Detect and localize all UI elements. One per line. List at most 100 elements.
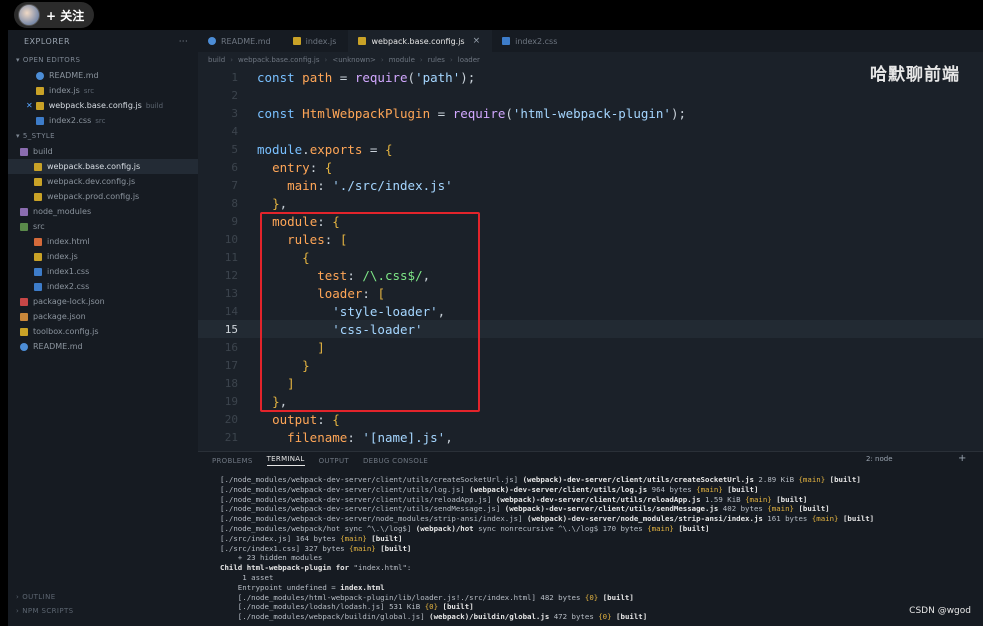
npm-scripts-section[interactable]: › NPM SCRIPTS	[8, 604, 198, 618]
code-line[interactable]: 7 main: './src/index.js'	[198, 176, 983, 194]
css-file-icon	[34, 282, 42, 291]
line-number: 3	[231, 106, 238, 120]
html-file-icon	[34, 237, 42, 246]
code-line[interactable]: 3 const HtmlWebpackPlugin = require('html…	[198, 104, 983, 122]
breadcrumb-item[interactable]: <unknown>	[332, 56, 376, 64]
terminal-line: [./src/index1.css] 327 bytes {main} [bui…	[220, 543, 412, 553]
breadcrumb-item[interactable]: module	[389, 56, 415, 64]
tree-item[interactable]: index2.css	[8, 279, 198, 294]
folder-icon	[20, 147, 28, 156]
tab-readme-md[interactable]: README.md	[198, 30, 283, 52]
chevron-right-icon: ›	[380, 56, 384, 64]
tree-item[interactable]: webpack.prod.config.js	[8, 189, 198, 204]
code-line[interactable]: 5 module.exports = {	[198, 140, 983, 158]
tree-item[interactable]: package-lock.json	[8, 294, 198, 309]
tree-item[interactable]: package.json	[8, 309, 198, 324]
open-editor-item[interactable]: ✕ webpack.base.config.js build	[8, 98, 198, 113]
open-editor-item[interactable]: index.js src	[8, 83, 198, 98]
avatar[interactable]	[18, 4, 40, 26]
chevron-right-icon: ›	[230, 56, 234, 64]
line-number: 6	[231, 160, 238, 174]
tree-item[interactable]: node_modules	[8, 204, 198, 219]
tree-item-label: index.html	[47, 237, 90, 246]
markdown-icon	[208, 37, 216, 45]
tree-item-label: package-lock.json	[33, 297, 105, 306]
line-number: 17	[224, 358, 238, 372]
tree-item-label: index.js	[47, 252, 78, 261]
tree-item-label: index1.css	[47, 267, 90, 276]
tab-index2-css[interactable]: index2.css	[492, 30, 569, 52]
code-line[interactable]: 20 output: {	[198, 410, 983, 428]
tab-index-js[interactable]: index.js	[283, 30, 349, 52]
tab-webpack-base-config-js[interactable]: webpack.base.config.js ×	[348, 30, 493, 52]
code-text: filename: '[name].js',	[287, 429, 453, 445]
breadcrumb-item[interactable]: webpack.base.config.js	[238, 56, 319, 64]
code-line[interactable]: 2	[198, 86, 983, 104]
breadcrumb: build › webpack.base.config.js › <unknown> › m…	[208, 52, 480, 68]
line-number: 15	[224, 322, 238, 336]
tab-label: index.js	[305, 36, 337, 46]
open-editors-section[interactable]: ▾ OPEN EDITORS	[8, 52, 198, 68]
add-terminal-icon[interactable]: +	[958, 453, 966, 464]
open-editor-item[interactable]: README.md	[8, 68, 198, 83]
panel-tab-output[interactable]: OUTPUT	[319, 457, 349, 465]
follow-button[interactable]: + 关注	[14, 2, 95, 28]
css-file-icon	[34, 267, 42, 276]
tree-item-label: src	[33, 222, 45, 231]
terminal-line: [./node_modules/webpack-dev-server/node_…	[220, 514, 875, 524]
tree-item[interactable]: build	[8, 144, 198, 159]
explorer-header: EXPLORER ···	[8, 30, 198, 52]
breadcrumb-item[interactable]: loader	[458, 56, 480, 64]
terminal-line: [./src/index.js] 164 bytes {main} [built…	[220, 533, 403, 543]
line-number: 21	[224, 430, 238, 444]
tree-item[interactable]: index.html	[8, 234, 198, 249]
line-number: 11	[224, 250, 238, 264]
explorer-sidebar: EXPLORER ··· ▾ OPEN EDITORS README.md ind…	[8, 30, 198, 626]
line-number: 7	[231, 178, 238, 192]
terminal-output[interactable]: [./node_modules/webpack-dev-server/clien…	[198, 469, 983, 622]
tree-item[interactable]: webpack.base.config.js	[8, 159, 198, 174]
code-line[interactable]: 8 },	[198, 194, 983, 212]
terminal-line: + 23 hidden modules	[220, 553, 323, 563]
breadcrumb-item[interactable]: rules	[428, 56, 445, 64]
outline-section[interactable]: › OUTLINE	[8, 590, 198, 604]
more-actions-icon[interactable]: ···	[179, 37, 188, 46]
terminal-select[interactable]: 2: node	[866, 455, 946, 466]
breadcrumb-item[interactable]: build	[208, 56, 225, 64]
panel-tab-problems[interactable]: PROBLEMS	[212, 457, 253, 465]
tree-item[interactable]: README.md	[8, 339, 198, 354]
line-number: 14	[224, 304, 238, 318]
tree-item[interactable]: toolbox.config.js	[8, 324, 198, 339]
follow-label: + 关注	[46, 8, 85, 23]
project-label: 5_STYLE	[22, 132, 55, 140]
tree-item[interactable]: index1.css	[8, 264, 198, 279]
panel-tab-debug-console[interactable]: DEBUG CONSOLE	[363, 457, 428, 465]
js-file-icon	[292, 37, 301, 45]
open-editor-label: webpack.base.config.js	[48, 101, 142, 110]
close-icon[interactable]: ✕	[26, 101, 33, 110]
tree-item[interactable]: src	[8, 219, 198, 234]
close-icon[interactable]: ×	[473, 36, 481, 46]
line-number: 20	[224, 412, 238, 426]
terminal-line: [./node_modules/webpack-dev-server/clien…	[220, 494, 808, 504]
code-text: },	[272, 195, 288, 211]
code-line[interactable]: 21 filename: '[name].js',	[198, 428, 983, 446]
tree-item-label: package.json	[33, 312, 86, 321]
tree-item-label: webpack.dev.config.js	[47, 177, 136, 186]
chevron-right-icon: ›	[449, 56, 453, 64]
project-section[interactable]: ▾ 5_STYLE	[8, 128, 198, 144]
tree-item[interactable]: webpack.dev.config.js	[8, 174, 198, 189]
tab-label: webpack.base.config.js	[371, 36, 465, 46]
terminal-line: Entrypoint undefined = index.html	[220, 582, 385, 592]
code-line[interactable]: 1 const path = require('path');	[198, 68, 983, 86]
open-editor-item[interactable]: index2.css src	[8, 113, 198, 128]
chevron-right-icon: ›	[419, 56, 423, 64]
js-file-icon	[34, 192, 42, 201]
code-line[interactable]: 6 entry: {	[198, 158, 983, 176]
code-line[interactable]: 4	[198, 122, 983, 140]
lock-file-icon	[20, 297, 28, 306]
panel-tab-terminal[interactable]: TERMINAL	[266, 455, 305, 466]
tree-item[interactable]: index.js	[8, 249, 198, 264]
line-number: 4	[231, 124, 238, 138]
js-file-icon	[20, 327, 28, 336]
